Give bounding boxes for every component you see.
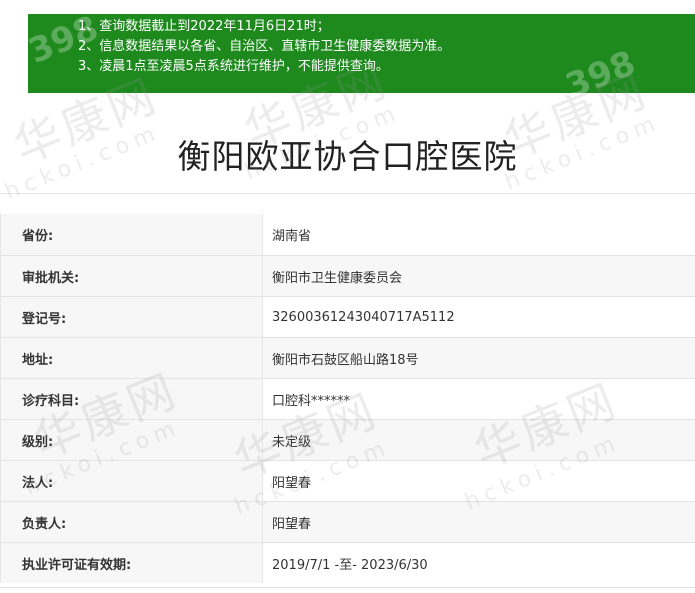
detail-value: 2019/7/1 -至- 2023/6/30 bbox=[272, 557, 428, 573]
detail-label: 诊疗科目: bbox=[0, 379, 263, 419]
notice-line-2: 2、信息数据结果以各省、自治区、直辖市卫生健康委数据为准。 bbox=[78, 39, 451, 54]
title-divider bbox=[0, 193, 695, 194]
detail-row-person-in-charge: 负责人: 阳望春 bbox=[0, 501, 695, 542]
detail-label: 地址: bbox=[0, 338, 263, 378]
detail-label: 省份: bbox=[0, 214, 263, 255]
detail-label: 审批机关: bbox=[0, 256, 263, 296]
detail-value: 阳望春 bbox=[263, 502, 695, 542]
detail-row-address: 地址: 衡阳市石鼓区船山路18号 bbox=[0, 337, 695, 378]
detail-value: 未定级 bbox=[263, 420, 695, 460]
detail-row-license-validity: 执业许可证有效期: 2019/7/1 -至- 2023/6/30 bbox=[0, 542, 695, 583]
detail-label: 法人: bbox=[0, 461, 263, 501]
hospital-name-title: 衡阳欧亚协合口腔医院 bbox=[177, 137, 518, 176]
detail-label: 级别: bbox=[0, 420, 263, 460]
detail-row-approval-authority: 审批机关: 衡阳市卫生健康委员会 bbox=[0, 255, 695, 296]
detail-value: 阳望春 bbox=[272, 475, 312, 491]
detail-label: 执业许可证有效期: bbox=[0, 543, 263, 583]
notice-line-1: 1、查询数据截止到2022年11月6日21时； bbox=[78, 19, 330, 34]
notice-banner: 1、查询数据截止到2022年11月6日21时； 2、信息数据结果以各省、自治区、… bbox=[28, 14, 695, 93]
detail-row-legal-representative: 法人: 阳望春 bbox=[0, 460, 695, 501]
detail-row-level: 级别: 未定级 bbox=[0, 419, 695, 460]
detail-value: 32600361243040717A5112 bbox=[272, 309, 455, 325]
detail-row-registration-number: 登记号: 32600361243040717A5112 bbox=[0, 296, 695, 337]
detail-label: 登记号: bbox=[0, 297, 263, 337]
detail-row-province: 省份: 湖南省 bbox=[0, 214, 695, 255]
detail-value: 口腔科****** bbox=[272, 393, 351, 409]
detail-label: 负责人: bbox=[0, 502, 263, 542]
detail-value: 衡阳市卫生健康委员会 bbox=[263, 256, 695, 296]
detail-value: 衡阳市石鼓区船山路18号 bbox=[263, 338, 695, 378]
notice-line-3: 3、凌晨1点至凌晨5点系统进行维护，不能提供查询。 bbox=[78, 59, 389, 74]
detail-row-departments: 诊疗科目: 口腔科****** bbox=[0, 378, 695, 419]
hospital-details-table: 省份: 湖南省 审批机关: 衡阳市卫生健康委员会 登记号: 3260036124… bbox=[0, 214, 695, 583]
table-bottom-border bbox=[0, 587, 695, 588]
detail-value: 湖南省 bbox=[272, 229, 312, 244]
